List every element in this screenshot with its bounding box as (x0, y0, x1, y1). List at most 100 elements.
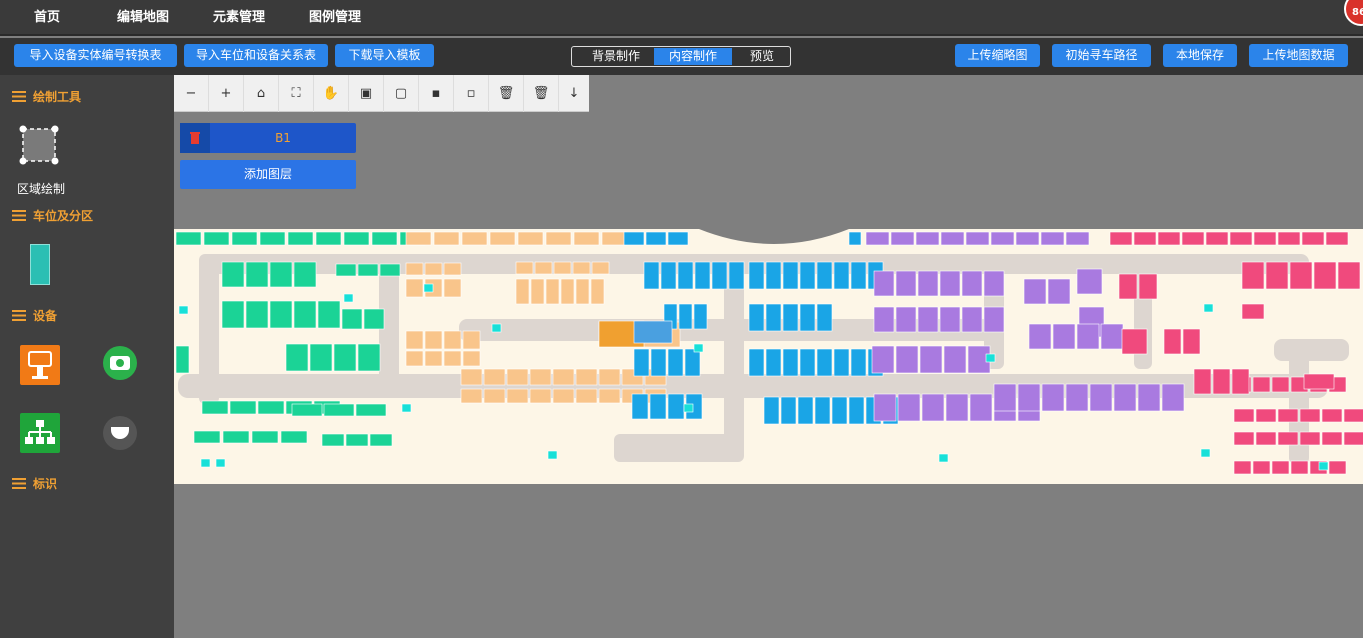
parking-space (1137, 383, 1161, 412)
camera-green-icon[interactable] (102, 345, 138, 381)
import-relation-button[interactable]: 导入车位和设备关系表 (184, 44, 328, 67)
parking-space (433, 231, 460, 246)
parking-space (285, 343, 309, 372)
notification-badge[interactable]: 86 (1344, 0, 1363, 26)
parking-space (1241, 261, 1265, 290)
local-save-button[interactable]: 本地保存 (1163, 44, 1237, 67)
network-icon[interactable] (20, 413, 60, 453)
parking-space (850, 348, 867, 377)
parking-space (1229, 231, 1253, 246)
add-layer-button[interactable]: 添加图层 (180, 160, 356, 189)
parking-space (201, 400, 229, 415)
parking-space (534, 261, 553, 275)
parking-space (799, 303, 816, 332)
parking-space (545, 231, 572, 246)
parking-space (1047, 278, 1071, 305)
parking-map[interactable] (174, 229, 1363, 484)
zoom-out-icon[interactable]: − (174, 75, 209, 112)
upload-map-data-button[interactable]: 上传地图数据 (1249, 44, 1348, 67)
nav-edit-map[interactable]: 编辑地图 (117, 0, 169, 36)
parking-space (782, 303, 799, 332)
parking-space (259, 231, 286, 246)
section-devices[interactable]: 设备 (12, 308, 57, 324)
download-template-button[interactable]: 下载导入模板 (335, 44, 434, 67)
init-path-button[interactable]: 初始寻车路径 (1052, 44, 1151, 67)
parking-space (1028, 323, 1052, 350)
section-parking[interactable]: 车位及分区 (12, 208, 93, 224)
menu-icon (12, 478, 26, 489)
mode-content[interactable]: 内容制作 (654, 48, 732, 65)
section-markers[interactable]: 标识 (12, 476, 57, 492)
parking-space (1271, 376, 1290, 393)
arrow-down-icon[interactable]: ↓ (559, 75, 589, 112)
parking-space (462, 330, 481, 350)
lock-icon[interactable]: ▣ (349, 75, 384, 112)
parking-space (1100, 323, 1124, 350)
parking-space (483, 368, 506, 386)
import-device-id-button[interactable]: 导入设备实体编号转换表 (14, 44, 177, 67)
parking-space (529, 368, 552, 386)
parking-space (315, 231, 342, 246)
nav-element-management[interactable]: 元素管理 (213, 0, 265, 36)
mode-preview[interactable]: 预览 (734, 48, 790, 65)
parking-space (424, 330, 443, 350)
parking-space (1303, 373, 1335, 390)
mode-background[interactable]: 背景制作 (580, 48, 652, 65)
section-devices-label: 设备 (33, 309, 58, 323)
parking-space (748, 348, 765, 377)
parking-space (341, 308, 363, 330)
parking-space (1252, 460, 1271, 475)
trash-filled-icon[interactable]: 🗑 (524, 75, 559, 112)
mode-switch: 背景制作 内容制作 预览 (571, 46, 791, 67)
parking-space (993, 383, 1017, 412)
menu-icon (12, 91, 26, 102)
parking-space (231, 231, 258, 246)
nav-legend-management[interactable]: 图例管理 (309, 0, 361, 36)
parking-space (921, 393, 945, 422)
parking-space (443, 262, 462, 276)
lock-small-icon[interactable]: ▪ (419, 75, 454, 112)
parking-space (1138, 273, 1158, 300)
parking-space (1017, 383, 1041, 412)
unlock-icon[interactable]: ▢ (384, 75, 419, 112)
kiosk-icon[interactable] (20, 345, 60, 385)
parking-space (1182, 328, 1201, 355)
parking-space (1163, 328, 1182, 355)
delete-layer-icon[interactable] (180, 123, 210, 153)
parking-space (1343, 408, 1363, 423)
nav-home[interactable]: 首页 (34, 0, 60, 36)
parking-space (1299, 408, 1321, 423)
device-marker (547, 450, 558, 460)
home-icon[interactable]: ⌂ (244, 75, 279, 112)
parking-space (765, 348, 782, 377)
zoom-in-icon[interactable]: + (209, 75, 244, 112)
hand-icon[interactable]: ✋ (314, 75, 349, 112)
dome-camera-icon[interactable] (102, 415, 138, 451)
layer-item[interactable]: B1 (180, 123, 356, 153)
parking-space (917, 306, 939, 333)
device-marker (401, 403, 412, 413)
parking-space (1277, 408, 1299, 423)
parking-space (1277, 431, 1299, 446)
parking-space (1161, 383, 1185, 412)
device-marker (938, 453, 949, 463)
parking-space (343, 231, 370, 246)
parking-space-icon[interactable] (30, 244, 50, 285)
unlock-small-icon[interactable]: ▫ (454, 75, 489, 112)
parking-space (515, 261, 534, 275)
parking-space (1253, 231, 1277, 246)
parking-space (1113, 383, 1137, 412)
upload-thumbnail-button[interactable]: 上传缩略图 (955, 44, 1040, 67)
fullscreen-icon[interactable]: ⛶ (279, 75, 314, 112)
parking-space (677, 261, 694, 290)
parking-space (483, 388, 506, 404)
parking-space (1337, 261, 1361, 290)
trash-icon[interactable]: 🗑 (489, 75, 524, 112)
parking-space (317, 300, 341, 329)
device-marker (1203, 303, 1214, 313)
region-draw-icon[interactable] (18, 124, 64, 170)
parking-space (405, 278, 424, 298)
parking-space (598, 368, 621, 386)
section-draw-tools[interactable]: 绘制工具 (12, 89, 81, 105)
parking-space (1205, 231, 1229, 246)
